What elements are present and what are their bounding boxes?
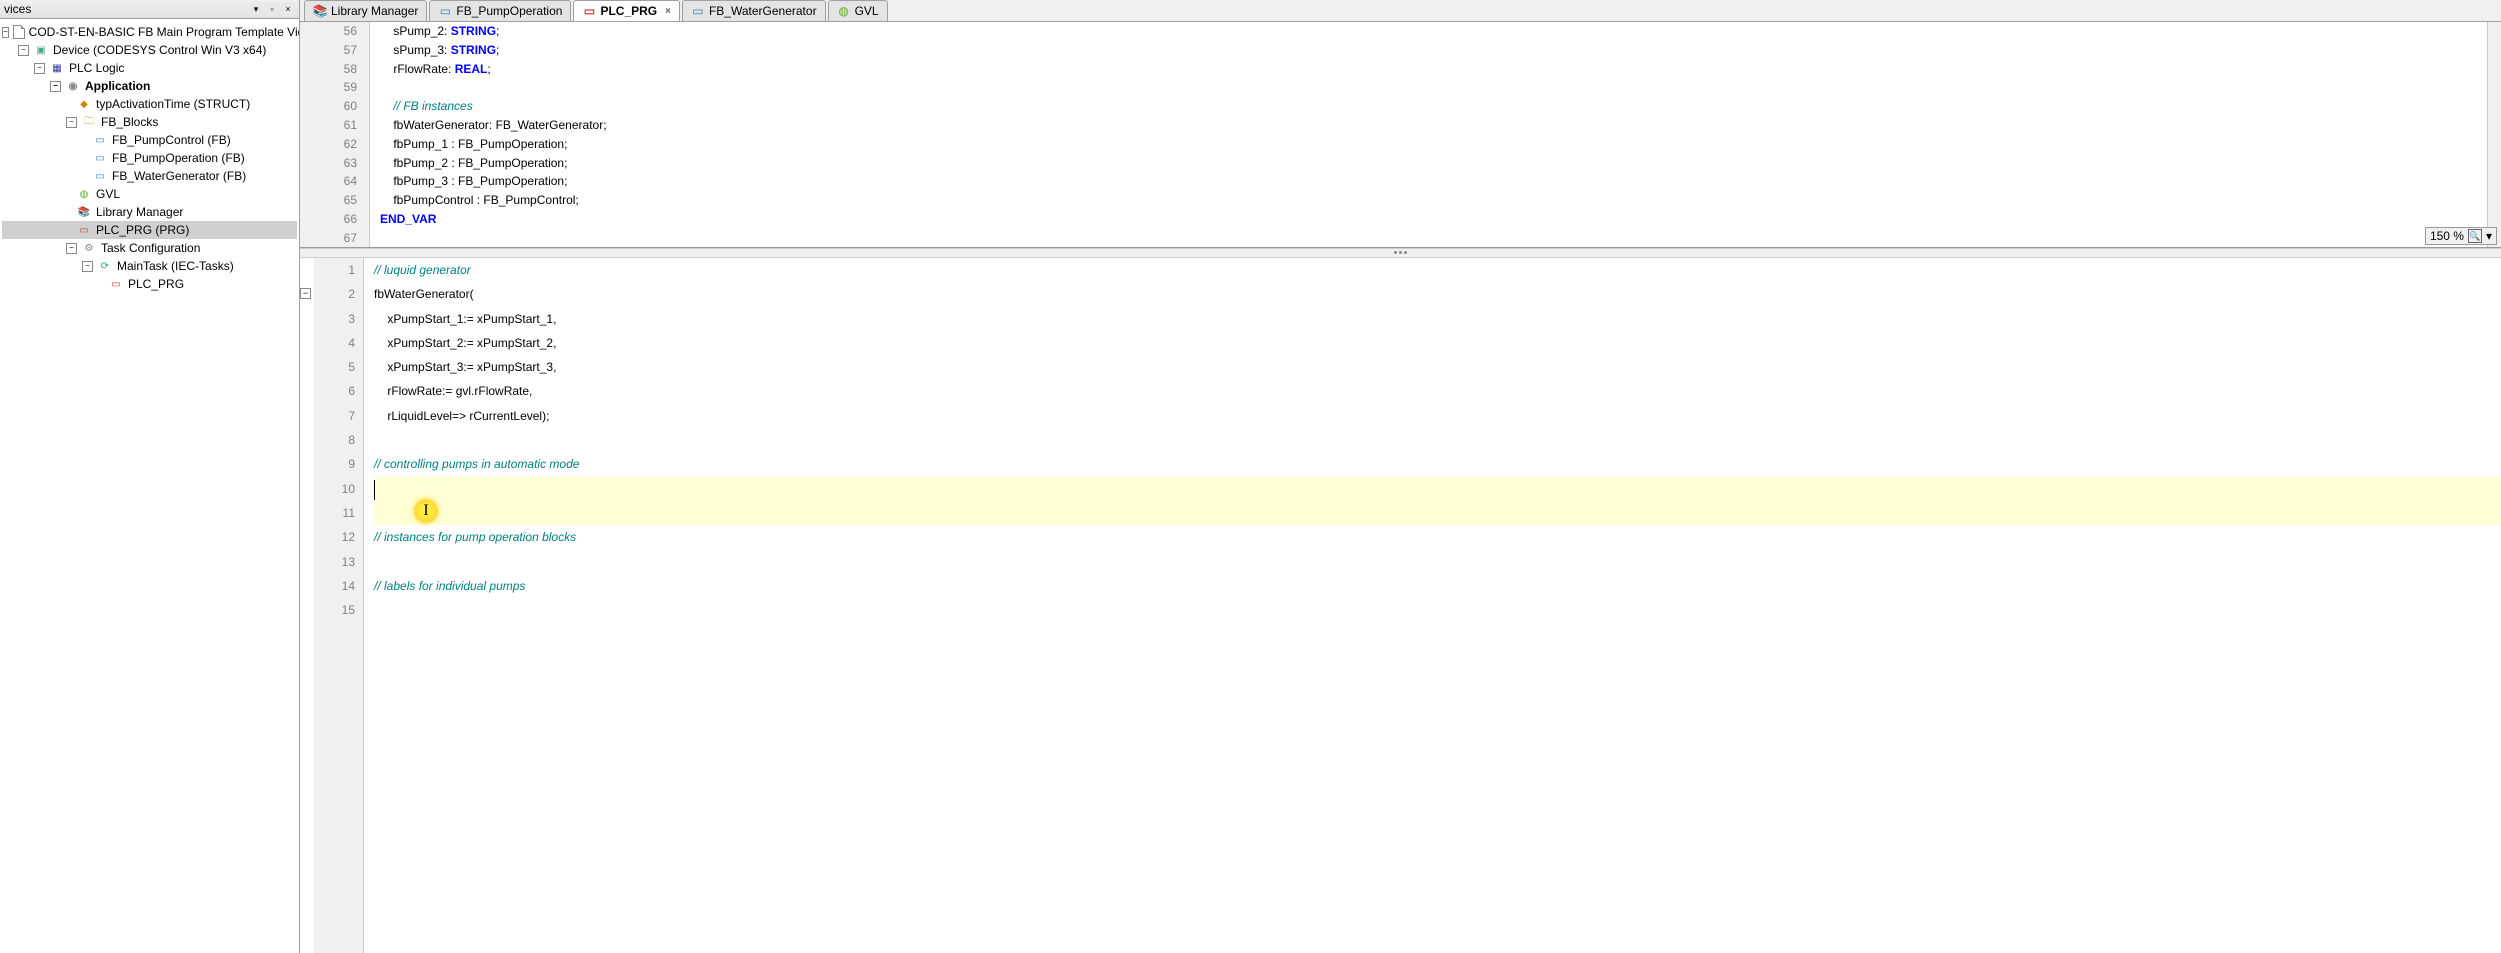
code-content[interactable]: // luquid generatorfbWaterGenerator( xPu… [364, 258, 2501, 953]
prg-icon: ▭ [582, 4, 596, 18]
library-icon: 📚 [313, 4, 327, 18]
tab-fb-pumpoperation[interactable]: ▭ FB_PumpOperation [429, 0, 571, 21]
tab-label: GVL [855, 4, 879, 18]
tree-label: GVL [96, 187, 120, 201]
device-icon: ▣ [33, 42, 49, 58]
fb-icon: ▭ [92, 132, 108, 148]
tab-label: Library Manager [331, 4, 418, 18]
editor-splitter[interactable] [300, 248, 2501, 258]
tree-label: FB_WaterGenerator (FB) [112, 169, 246, 183]
tree-label: PLC Logic [69, 61, 124, 75]
fold-gutter[interactable]: − [300, 258, 314, 953]
tree-toggle-icon[interactable]: − [34, 63, 45, 74]
tree-label: COD-ST-EN-BASIC FB Main Program Template… [29, 25, 299, 39]
tree-toggle-icon[interactable]: − [82, 261, 93, 272]
folder-icon: 🗀 [81, 114, 97, 130]
tree-label: Device (CODESYS Control Win V3 x64) [53, 43, 266, 57]
tree-maintask[interactable]: − ⟳ MainTask (IEC-Tasks) [2, 257, 297, 275]
fb-icon: ▭ [92, 168, 108, 184]
tree-gvl[interactable]: ◍ GVL [2, 185, 297, 203]
tab-close-icon[interactable]: × [665, 6, 671, 17]
tree-toggle-icon[interactable]: − [50, 81, 61, 92]
panel-pin-icon[interactable]: ▫ [265, 2, 279, 16]
tree-toggle-icon[interactable]: − [66, 117, 77, 128]
plc-icon: ▦ [49, 60, 65, 76]
tab-library-manager[interactable]: 📚 Library Manager [304, 0, 427, 21]
tree-fb-blocks-folder[interactable]: − 🗀 FB_Blocks [2, 113, 297, 131]
tree-toggle-icon[interactable]: − [2, 27, 9, 38]
tab-label: PLC_PRG [600, 4, 657, 18]
tab-label: FB_WaterGenerator [709, 4, 817, 18]
tree-device[interactable]: − ▣ Device (CODESYS Control Win V3 x64) [2, 41, 297, 59]
library-icon: 📚 [76, 204, 92, 220]
task-config-icon: ⚙ [81, 240, 97, 256]
app-icon: ◉ [65, 78, 81, 94]
tree-library-manager[interactable]: 📚 Library Manager [2, 203, 297, 221]
fb-icon: ▭ [691, 4, 705, 18]
prg-icon: ▭ [76, 222, 92, 238]
tree-toggle-icon[interactable]: − [18, 45, 29, 56]
tree-fb-pumpcontrol[interactable]: ▭ FB_PumpControl (FB) [2, 131, 297, 149]
fold-toggle-icon[interactable]: − [300, 288, 311, 299]
tree-fb-watergenerator[interactable]: ▭ FB_WaterGenerator (FB) [2, 167, 297, 185]
panel-dropdown-icon[interactable]: ▾ [249, 2, 263, 16]
gvl-icon: ◍ [837, 4, 851, 18]
prg-icon: ▭ [108, 276, 124, 292]
device-panel-header: vices ▾ ▫ × [0, 0, 299, 19]
implementation-section[interactable]: − 123456789101112131415 // luquid genera… [300, 258, 2501, 953]
tree-plcprg-task[interactable]: ▭ PLC_PRG [2, 275, 297, 293]
fb-icon: ▭ [438, 4, 452, 18]
tree-label: PLC_PRG (PRG) [96, 223, 189, 237]
tree-label: Library Manager [96, 205, 183, 219]
code-content[interactable]: sPump_2: STRING; sPump_3: STRING; rFlowR… [370, 22, 2487, 247]
struct-icon: ◆ [76, 96, 92, 112]
editor-tabs: 📚 Library Manager ▭ FB_PumpOperation ▭ P… [300, 0, 2501, 22]
tree-application[interactable]: − ◉ Application [2, 77, 297, 95]
zoom-dropdown-icon[interactable]: ▾ [2486, 229, 2492, 243]
file-icon [13, 24, 25, 40]
panel-close-icon[interactable]: × [281, 2, 295, 16]
zoom-control[interactable]: 150 % 🔍 ▾ [2425, 227, 2497, 245]
device-tree[interactable]: − COD-ST-EN-BASIC FB Main Program Templa… [0, 19, 299, 297]
tree-fb-pumpoperation[interactable]: ▭ FB_PumpOperation (FB) [2, 149, 297, 167]
line-gutter: 123456789101112131415 [314, 258, 364, 953]
gvl-icon: ◍ [76, 186, 92, 202]
tree-label: Task Configuration [101, 241, 200, 255]
tab-fb-watergenerator[interactable]: ▭ FB_WaterGenerator [682, 0, 826, 21]
tree-label: Application [85, 79, 150, 93]
tree-struct[interactable]: ◆ typActivationTime (STRUCT) [2, 95, 297, 113]
scrollbar[interactable] [2487, 22, 2501, 247]
tab-gvl[interactable]: ◍ GVL [828, 0, 888, 21]
tree-label: FB_PumpControl (FB) [112, 133, 231, 147]
tree-label: typActivationTime (STRUCT) [96, 97, 250, 111]
zoom-value: 150 % [2430, 229, 2464, 243]
declaration-section[interactable]: 565758596061626364656667 sPump_2: STRING… [300, 22, 2501, 248]
tree-task-config[interactable]: − ⚙ Task Configuration [2, 239, 297, 257]
tree-plc-prg[interactable]: ▭ PLC_PRG (PRG) [2, 221, 297, 239]
zoom-icon[interactable]: 🔍 [2468, 229, 2482, 243]
editor-panel: 📚 Library Manager ▭ FB_PumpOperation ▭ P… [300, 0, 2501, 953]
device-tree-panel: vices ▾ ▫ × − COD-ST-EN-BASIC FB Main Pr… [0, 0, 300, 953]
line-gutter: 565758596061626364656667 [300, 22, 370, 247]
tree-label: FB_Blocks [101, 115, 158, 129]
tab-plc-prg[interactable]: ▭ PLC_PRG × [573, 0, 680, 21]
tab-label: FB_PumpOperation [456, 4, 562, 18]
tree-label: PLC_PRG [128, 277, 184, 291]
tree-label: MainTask (IEC-Tasks) [117, 259, 234, 273]
code-editor: 565758596061626364656667 sPump_2: STRING… [300, 22, 2501, 953]
tree-toggle-icon[interactable]: − [66, 243, 77, 254]
task-icon: ⟳ [97, 258, 113, 274]
device-panel-title: vices [4, 2, 31, 16]
fb-icon: ▭ [92, 150, 108, 166]
tree-plc-logic[interactable]: − ▦ PLC Logic [2, 59, 297, 77]
tree-root[interactable]: − COD-ST-EN-BASIC FB Main Program Templa… [2, 23, 297, 41]
text-cursor-marker: I [414, 499, 438, 523]
tree-label: FB_PumpOperation (FB) [112, 151, 245, 165]
